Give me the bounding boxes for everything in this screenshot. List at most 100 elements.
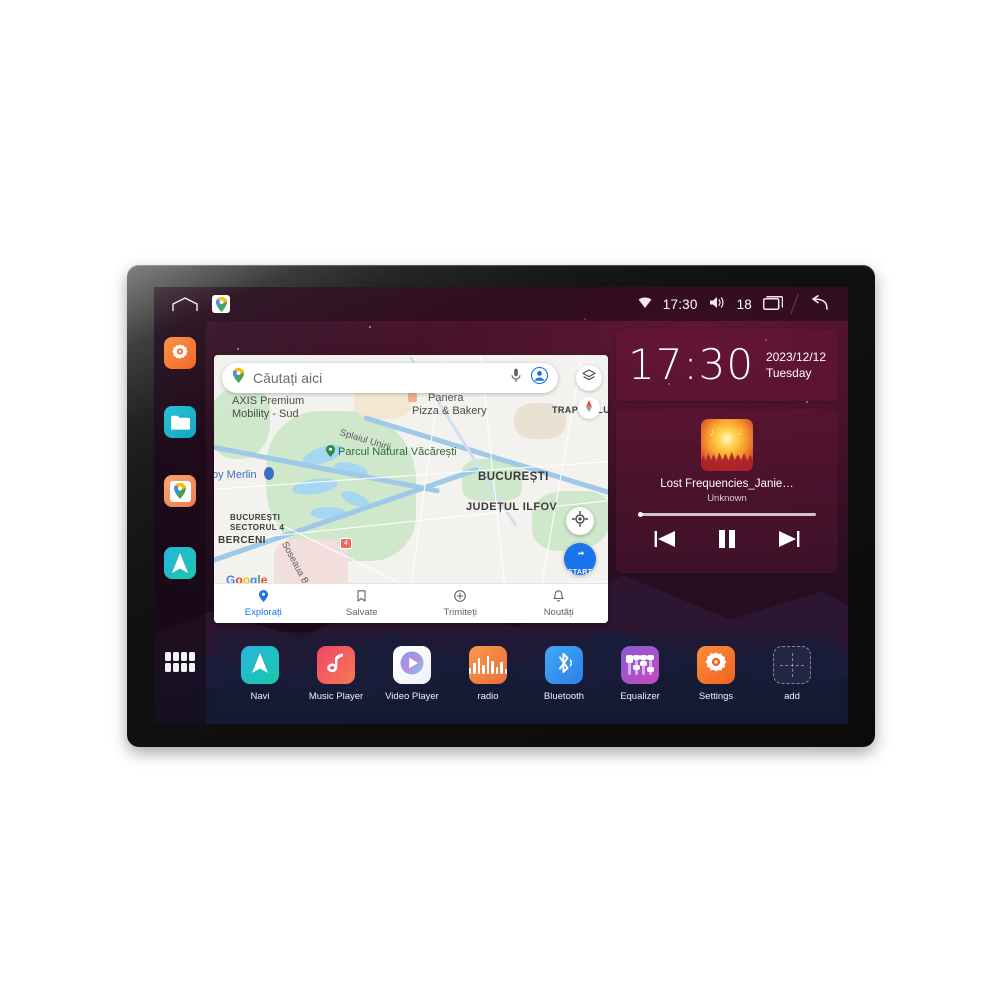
my-location-button[interactable] — [566, 507, 594, 535]
map-bottom-nav: Explorați Salvate Trimiteți Noutăți — [214, 583, 608, 623]
bluetooth-app-tile[interactable] — [545, 646, 583, 684]
crowd-silhouette — [701, 452, 753, 471]
map-poi-marker[interactable] — [408, 393, 417, 402]
map-compass-button[interactable] — [578, 397, 600, 419]
bell-icon — [553, 589, 564, 605]
direction-arrow-icon — [573, 546, 588, 566]
google-maps-window: VITAN AXIS Premium Mobility - Sud Panera… — [214, 355, 608, 623]
app-radio[interactable]: radio — [457, 646, 519, 702]
map-label: BUCUREȘTI — [230, 513, 281, 522]
navi-app-tile[interactable] — [241, 646, 279, 684]
search-input[interactable]: Căutați aici — [253, 370, 511, 386]
map-nav-contribute[interactable]: Trimiteți — [411, 589, 510, 618]
status-bar: 17:30 18 — [154, 287, 848, 321]
skip-next-icon[interactable] — [778, 529, 800, 549]
location-pin-icon — [258, 589, 268, 605]
radio-app-tile[interactable] — [468, 646, 508, 684]
app-equalizer[interactable]: Equalizer — [609, 646, 671, 702]
bluetooth-icon — [554, 651, 574, 680]
map-poi-marker[interactable] — [264, 467, 274, 480]
pause-icon[interactable] — [718, 529, 736, 549]
device-screen: 17:30 18 AXIS Premium Mobility - Sud Pan… — [154, 287, 848, 724]
music-app-tile[interactable] — [317, 646, 355, 684]
map-label: Panera — [428, 392, 464, 404]
map-layers-button[interactable] — [576, 365, 602, 391]
account-avatar-icon[interactable] — [530, 366, 549, 389]
map-nav-label: Salvate — [345, 606, 378, 618]
app-video-player[interactable]: Video Player — [381, 646, 443, 702]
app-drawer-icon[interactable] — [165, 652, 195, 672]
sidebar-item-navi[interactable] — [164, 547, 196, 579]
maps-pin-icon — [169, 480, 191, 502]
map-label: BERCENI — [218, 535, 266, 546]
map-nav-label: Noutăți — [543, 606, 574, 618]
app-label: Bluetooth — [543, 691, 585, 702]
map-nav-updates[interactable]: Noutăți — [510, 589, 609, 618]
sidebar-item-settings[interactable] — [164, 337, 196, 369]
app-label: Settings — [698, 691, 734, 702]
music-note-icon — [326, 652, 346, 679]
bookmark-icon — [357, 589, 366, 605]
clock-date: 2023/12/12 — [765, 349, 826, 364]
plus-circle-icon — [454, 589, 467, 605]
equalizer-app-tile[interactable] — [621, 646, 659, 684]
sidebar-item-files[interactable] — [164, 406, 196, 438]
back-arrow-icon[interactable] — [806, 295, 828, 313]
music-widget: ♪ ♫ Lost Frequencies_Janie… Unknown — [616, 409, 838, 573]
map-label: Mobility - Sud — [232, 408, 299, 420]
start-button-label: START — [567, 569, 593, 576]
map-label: oy Merlin — [214, 469, 257, 481]
map-label: SECTORUL 4 — [230, 523, 285, 532]
video-app-tile[interactable] — [393, 646, 431, 684]
my-location-icon — [571, 510, 589, 532]
layers-icon — [582, 368, 596, 388]
start-navigation-button[interactable]: START — [564, 543, 596, 576]
map-label: AXIS Premium — [232, 395, 305, 407]
playback-progress-bar[interactable] — [638, 512, 816, 517]
progress-thumb[interactable] — [638, 512, 643, 517]
app-label: add — [784, 691, 800, 702]
map-nav-label: Trimiteți — [443, 606, 477, 618]
sound-wave-icon — [468, 656, 508, 674]
clock-widget[interactable]: 17:30 2023/12/12 Tuesday — [616, 329, 838, 401]
maps-pin-icon — [232, 368, 245, 388]
app-bluetooth[interactable]: Bluetooth — [533, 646, 595, 702]
status-time: 17:30 — [662, 296, 698, 312]
sidebar-item-google-maps[interactable] — [164, 475, 196, 507]
app-label: Equalizer — [620, 691, 660, 702]
app-navi[interactable]: Navi — [229, 646, 291, 702]
volume-icon[interactable] — [709, 296, 726, 312]
music-note-decoration-icon: ♪ — [709, 424, 716, 439]
recents-icon[interactable] — [762, 295, 784, 313]
google-maps-icon[interactable] — [212, 295, 230, 313]
app-music-player[interactable]: Music Player — [305, 646, 367, 702]
map-label: Pizza & Bakery — [412, 405, 487, 417]
map-nav-saved[interactable]: Salvate — [313, 589, 412, 618]
map-nav-label: Explorați — [244, 606, 282, 618]
skip-previous-icon[interactable] — [654, 529, 676, 549]
track-title: Lost Frequencies_Janie… — [660, 478, 794, 490]
add-placeholder-icon-h — [780, 665, 804, 666]
app-label: Music Player — [308, 691, 364, 702]
status-divider — [790, 293, 799, 315]
app-label: radio — [477, 691, 499, 702]
album-art: ♪ ♫ — [701, 419, 753, 471]
clock-time: 17:30 — [628, 340, 755, 389]
gear-icon — [704, 651, 728, 680]
map-label: BUCUREȘTI — [478, 471, 549, 483]
app-settings[interactable]: Settings — [685, 646, 747, 702]
clock-weekday: Tuesday — [765, 366, 812, 380]
map-search-bar[interactable]: Căutați aici — [222, 363, 558, 393]
map-label: JUDEȚUL ILFOV — [466, 501, 558, 513]
microphone-icon[interactable] — [511, 368, 521, 388]
park-pin-icon — [326, 444, 335, 462]
navigation-arrow-icon — [251, 652, 269, 679]
home-outline-icon[interactable] — [172, 296, 198, 312]
volume-level: 18 — [736, 296, 752, 312]
map-nav-explore[interactable]: Explorați — [214, 589, 313, 618]
navigation-arrow-icon — [171, 552, 189, 574]
settings-app-tile[interactable] — [697, 646, 735, 684]
app-add[interactable]: add — [761, 646, 823, 702]
add-placeholder-tile[interactable] — [773, 646, 811, 684]
music-note-decoration-icon: ♫ — [736, 427, 745, 438]
